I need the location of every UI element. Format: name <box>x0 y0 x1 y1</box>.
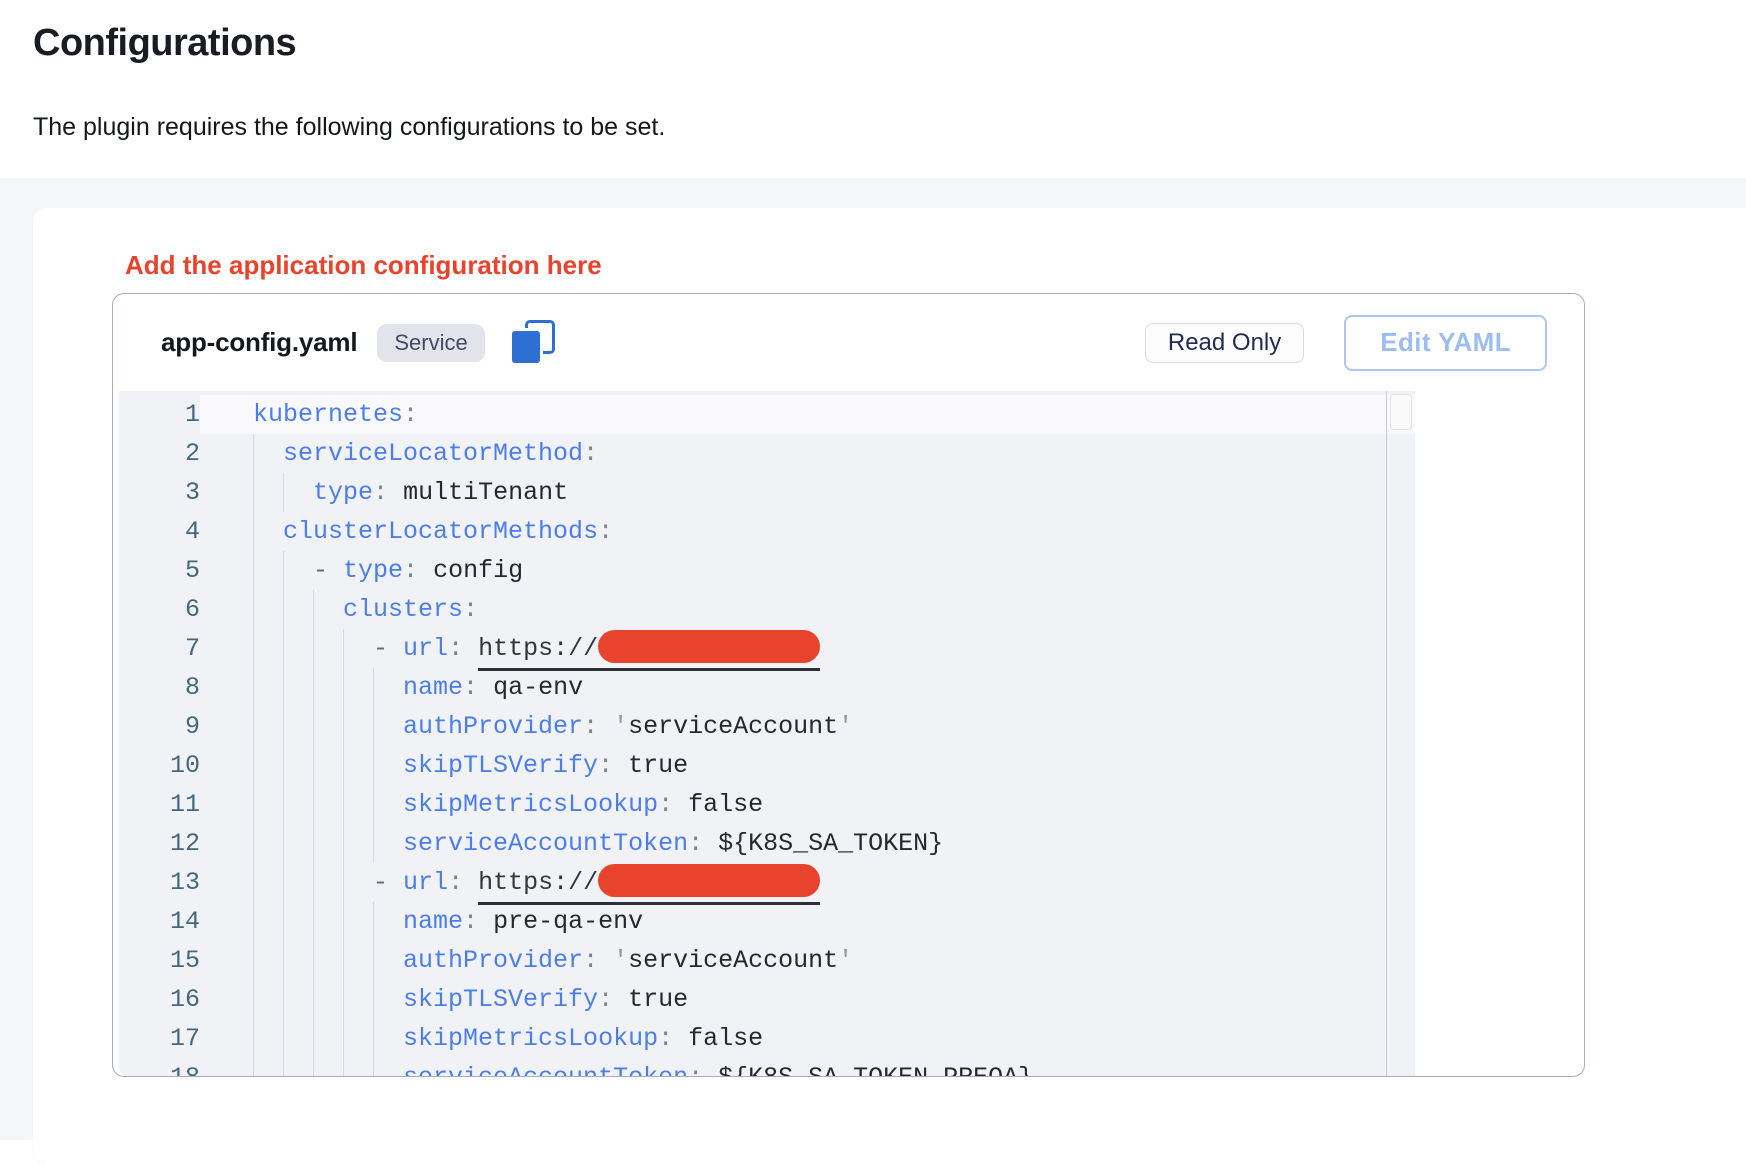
code-line: 9 authProvider: 'serviceAccount' <box>119 707 1415 746</box>
editor-header: app-config.yaml Service Read Only Edit Y… <box>113 294 1584 391</box>
code-line: 13 - url: https:// <box>119 863 1415 902</box>
code-line: 18 serviceAccountToken: ${K8S_SA_TOKEN_P… <box>119 1058 1415 1077</box>
code-line: 10 skipTLSVerify: true <box>119 746 1415 785</box>
code-block[interactable]: 1kubernetes:2 serviceLocatorMethod:3 typ… <box>119 391 1415 1077</box>
code-line: 7 - url: https:// <box>119 629 1415 668</box>
code-lines: 1kubernetes:2 serviceLocatorMethod:3 typ… <box>119 395 1415 1077</box>
code-line: 3 type: multiTenant <box>119 473 1415 512</box>
code-line: 6 clusters: <box>119 590 1415 629</box>
code-line: 15 authProvider: 'serviceAccount' <box>119 941 1415 980</box>
code-line: 4 clusterLocatorMethods: <box>119 512 1415 551</box>
page-title: Configurations <box>33 22 1746 65</box>
copy-icon[interactable] <box>509 320 555 366</box>
code-line: 14 name: pre-qa-env <box>119 902 1415 941</box>
code-line: 2 serviceLocatorMethod: <box>119 434 1415 473</box>
code-line: 8 name: qa-env <box>119 668 1415 707</box>
docs-background: Add the application configuration here a… <box>0 178 1746 1140</box>
redacted-url: https:// <box>478 629 820 671</box>
code-line: 17 skipMetricsLookup: false <box>119 1019 1415 1058</box>
code-line: 16 skipTLSVerify: true <box>119 980 1415 1019</box>
scrollbar-thumb[interactable] <box>1390 394 1412 430</box>
redacted-url: https:// <box>478 863 820 905</box>
copy-icon-front <box>509 328 543 366</box>
code-line: 11 skipMetricsLookup: false <box>119 785 1415 824</box>
read-only-button[interactable]: Read Only <box>1145 323 1304 363</box>
page-intro: The plugin requires the following config… <box>33 113 1746 142</box>
service-badge: Service <box>377 324 484 362</box>
code-line: 1kubernetes: <box>119 395 1415 434</box>
edit-yaml-button[interactable]: Edit YAML <box>1344 315 1547 371</box>
redaction-bar <box>598 864 820 897</box>
code-line: 12 serviceAccountToken: ${K8S_SA_TOKEN} <box>119 824 1415 863</box>
intro-section: Configurations The plugin requires the f… <box>33 0 1746 142</box>
yaml-editor-panel: app-config.yaml Service Read Only Edit Y… <box>112 293 1585 1077</box>
filename-label: app-config.yaml <box>161 327 357 358</box>
redaction-bar <box>598 630 820 663</box>
callout-text: Add the application configuration here <box>125 250 602 281</box>
scrollbar-track <box>1386 391 1387 1077</box>
code-line: 5 - type: config <box>119 551 1415 590</box>
config-card: Add the application configuration here a… <box>33 208 1746 1164</box>
